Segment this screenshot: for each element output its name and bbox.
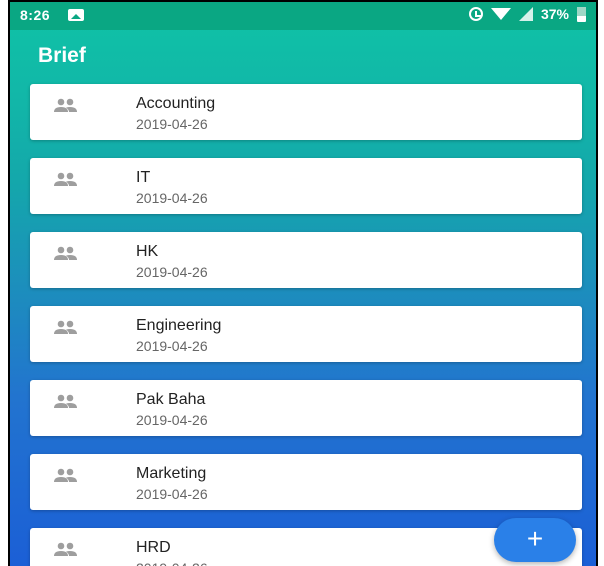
group-icon [54,320,77,334]
wifi-icon [490,8,511,20]
status-icons: 37% [468,6,586,22]
alarm-icon [468,7,483,21]
group-date: 2019-04-26 [136,338,208,354]
group-icon [54,98,77,112]
group-name: IT [136,169,151,186]
group-date: 2019-04-26 [136,190,208,206]
status-time: 8:26 [20,7,51,23]
group-date: 2019-04-26 [136,486,208,502]
list-item[interactable]: Marketing 2019-04-26 [30,454,582,510]
group-icon [54,542,77,556]
battery-percent: 37% [540,6,569,22]
group-date: 2019-04-26 [136,560,208,566]
group-icon [54,468,77,482]
app-bar: Brief [10,30,596,80]
group-name: Marketing [136,465,207,482]
status-bar: 8:26 37% [10,2,596,30]
group-name: Engineering [136,317,222,334]
battery-icon [577,6,586,22]
gallery-icon [68,9,84,21]
group-icon [54,246,77,260]
app-screen: 8:26 37% Brief Accounting 2019-04-26 IT 201… [8,0,598,566]
list-item[interactable]: Accounting 2019-04-26 [30,84,582,140]
list-item[interactable]: Pak Baha 2019-04-26 [30,380,582,436]
group-date: 2019-04-26 [136,116,208,132]
list-item[interactable]: HK 2019-04-26 [30,232,582,288]
list-item[interactable]: Engineering 2019-04-26 [30,306,582,362]
signal-icon [518,7,533,21]
group-name: Pak Baha [136,391,206,408]
list-item[interactable]: IT 2019-04-26 [30,158,582,214]
group-icon [54,394,77,408]
group-name: HRD [136,539,171,556]
page-title: Brief [38,44,86,67]
group-date: 2019-04-26 [136,264,208,280]
group-date: 2019-04-26 [136,412,208,428]
group-icon [54,172,77,186]
add-group-button[interactable]: + [494,518,576,562]
group-name: HK [136,243,159,260]
group-name: Accounting [136,95,216,112]
